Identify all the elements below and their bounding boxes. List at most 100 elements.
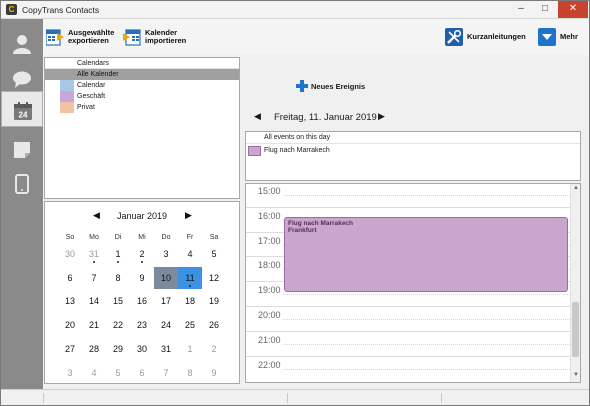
calendar-item-label: Alle Kalender (77, 71, 119, 78)
scroll-thumb[interactable] (572, 302, 579, 357)
calendar-day[interactable]: 30 (130, 338, 154, 360)
all-day-event-label: Flug nach Marrakech (264, 147, 330, 154)
day-number: 4 (91, 367, 97, 378)
event-indicator-dot (117, 261, 119, 263)
vertical-scrollbar[interactable]: ▲ ▼ (570, 184, 580, 382)
close-button[interactable]: ✕ (558, 1, 588, 18)
calendar-day[interactable]: 12 (202, 267, 226, 289)
timed-event[interactable]: Flug nach Marrakech Frankfurt (284, 217, 568, 292)
calendar-day[interactable]: 26 (202, 314, 226, 336)
calendar-day[interactable]: 5 (202, 243, 226, 265)
calendar-item-label: Geschäft (77, 93, 106, 100)
calendar-day[interactable]: 2 (130, 243, 154, 265)
calendar-day[interactable]: 25 (178, 314, 202, 336)
day-number: 19 (208, 296, 219, 307)
calendar-list-item[interactable]: Geschäft (45, 91, 239, 102)
hour-slot[interactable]: 21:00 (246, 330, 570, 356)
calendar-day[interactable]: 30 (58, 243, 82, 265)
shortcuts-label: Kurzanleitungen (467, 31, 526, 41)
weekday-header: Mo (89, 234, 99, 241)
calendar-day[interactable]: 8 (178, 362, 202, 384)
sidebar-item-notes[interactable] (1, 131, 43, 167)
prev-day-button[interactable]: ◀ (254, 111, 261, 122)
calendar-day[interactable]: 9 (202, 362, 226, 384)
calendar-day[interactable]: 23 (130, 314, 154, 336)
scroll-up-arrow[interactable]: ▲ (573, 185, 579, 191)
weekday-header: Sa (209, 234, 219, 241)
day-number: 27 (64, 343, 75, 354)
hour-label: 19:00 (258, 285, 281, 296)
sidebar-item-calendar[interactable]: 24 (1, 91, 43, 127)
calendar-day[interactable]: 2 (202, 338, 226, 360)
phone-icon (15, 174, 29, 194)
calendar-day[interactable]: 1 (178, 338, 202, 360)
export-selected-button[interactable]: Ausgewählte exportieren (45, 25, 115, 49)
calendar-day[interactable]: 24 (154, 314, 178, 336)
import-calendar-label: Kalender importieren (145, 27, 187, 45)
calendar-day[interactable]: 3 (58, 362, 82, 384)
calendar-day[interactable]: 7 (154, 362, 178, 384)
calendar-day[interactable]: 16 (130, 290, 154, 312)
title-bar: C CopyTrans Contacts – □ ✕ (1, 1, 589, 19)
day-number: 29 (112, 343, 123, 354)
calendar-day[interactable]: 21 (82, 314, 106, 336)
calendar-day[interactable]: 8 (106, 267, 130, 289)
calendar-list-item[interactable]: Calendar (45, 80, 239, 91)
plus-icon (296, 80, 308, 92)
calendar-list-item[interactable]: Privat (45, 102, 239, 113)
day-number: 30 (136, 343, 147, 354)
sidebar-item-device[interactable] (1, 165, 43, 201)
calendar-day[interactable]: 15 (106, 290, 130, 312)
calendar-day[interactable]: 4 (178, 243, 202, 265)
hour-label: 20:00 (258, 310, 281, 320)
calendar-day[interactable]: 31 (82, 243, 106, 265)
next-month-button[interactable]: ▶ (185, 210, 192, 221)
calendar-color-swatch (60, 69, 74, 80)
shortcuts-button[interactable]: Kurzanleitungen (445, 25, 526, 49)
calendar-day[interactable]: 13 (58, 290, 82, 312)
sidebar-item-contacts[interactable] (1, 25, 43, 61)
calendar-list: Calendars Alle Kalender Calendar Geschäft P… (44, 57, 240, 199)
day-number: 31 (160, 343, 171, 354)
hour-slot[interactable]: 22:00 (246, 355, 570, 381)
calendar-day[interactable]: 6 (58, 267, 82, 289)
hour-slot[interactable]: 20:00 (246, 306, 570, 331)
calendar-day[interactable]: 29 (106, 338, 130, 360)
hour-label: 15:00 (258, 186, 281, 196)
next-day-button[interactable]: ▶ (378, 111, 385, 122)
calendar-list-item[interactable]: Alle Kalender (45, 69, 239, 80)
calendar-day[interactable]: 20 (58, 314, 82, 336)
calendar-day[interactable]: 14 (82, 290, 106, 312)
event-location: Frankfurt (288, 227, 317, 234)
new-event-button[interactable]: Neues Ereignis (296, 80, 365, 92)
maximize-button[interactable]: □ (533, 1, 557, 18)
minimize-button[interactable]: – (509, 1, 533, 18)
calendar-day[interactable]: 5 (106, 362, 130, 384)
event-indicator-dot (141, 261, 143, 263)
all-day-events-panel: All events on this day Flug nach Marrake… (245, 131, 581, 181)
scroll-down-arrow[interactable]: ▼ (573, 372, 579, 378)
calendar-day[interactable]: 22 (106, 314, 130, 336)
more-button[interactable]: Mehr (538, 25, 578, 49)
calendar-day[interactable]: 28 (82, 338, 106, 360)
export-selected-label: Ausgewählte exportieren (68, 27, 115, 45)
calendar-day[interactable]: 1 (106, 243, 130, 265)
weekday-header: Mi (138, 234, 146, 241)
hour-slot[interactable]: 15:00 (246, 184, 570, 207)
calendar-day[interactable]: 27 (58, 338, 82, 360)
calendar-day[interactable]: 9 (130, 267, 154, 289)
calendar-day[interactable]: 11 (178, 266, 202, 289)
calendar-day[interactable]: 18 (178, 290, 202, 312)
calendar-day[interactable]: 17 (154, 290, 178, 312)
import-calendar-button[interactable]: Kalender importieren (123, 25, 186, 49)
calendar-day[interactable]: 31 (154, 338, 178, 360)
all-day-event[interactable]: Flug nach Marrakech (246, 145, 580, 157)
calendar-day[interactable]: 19 (202, 290, 226, 312)
calendar-day[interactable]: 7 (82, 267, 106, 289)
calendar-day[interactable]: 3 (154, 243, 178, 265)
calendar-day[interactable]: 6 (130, 362, 154, 384)
svg-text:24: 24 (19, 111, 28, 120)
day-timeline: 15:00 16:00 17:00 18:00 19:00 20:00 21:00 22:00… (245, 183, 581, 383)
calendar-day[interactable]: 10 (154, 266, 178, 289)
calendar-day[interactable]: 4 (82, 362, 106, 384)
